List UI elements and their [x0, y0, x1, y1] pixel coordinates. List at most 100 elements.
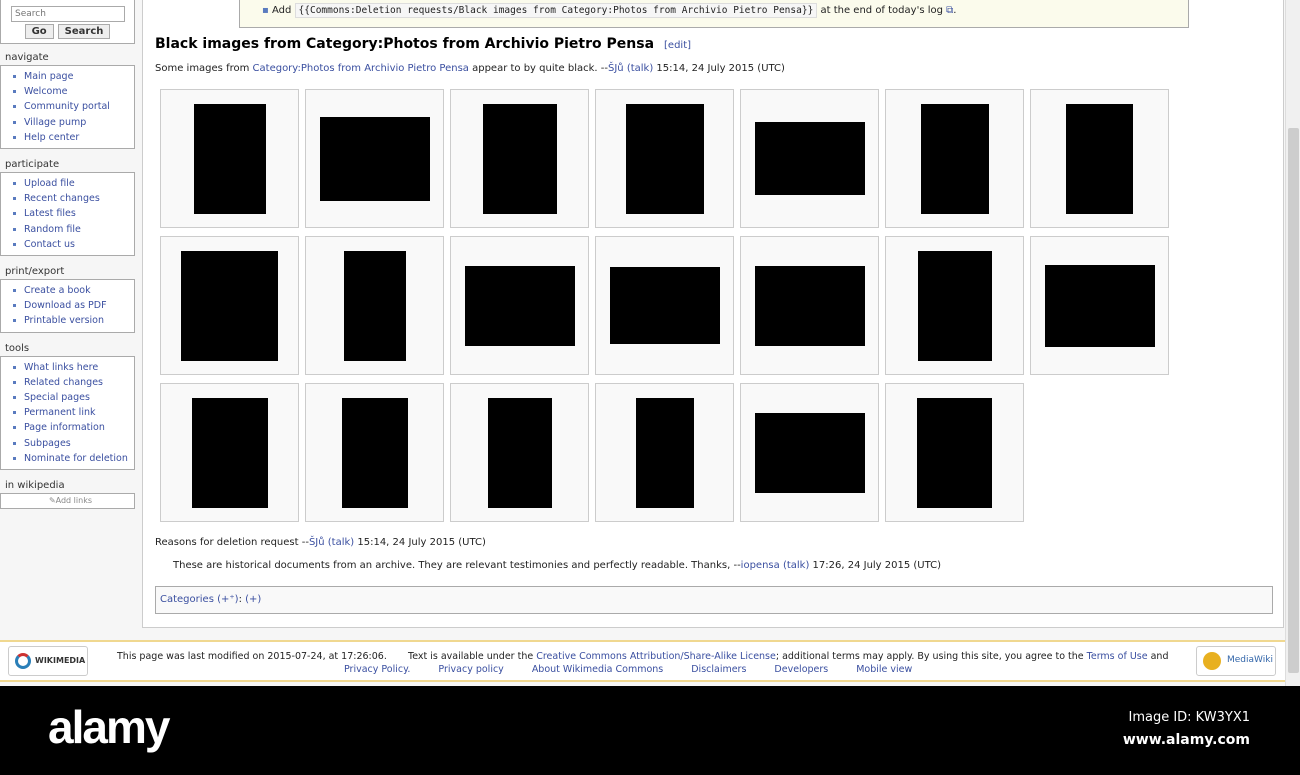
- sidebar-item-create-a-book[interactable]: Create a book: [11, 283, 134, 298]
- footer-link[interactable]: Developers: [774, 664, 828, 675]
- user-link[interactable]: ŠJů: [608, 63, 624, 74]
- black-image[interactable]: [193, 103, 266, 214]
- gallery-thumbnail[interactable]: [160, 89, 299, 228]
- talk-link[interactable]: (talk): [328, 537, 354, 548]
- add-links-button[interactable]: ✎Add links: [0, 493, 135, 510]
- gallery-thumbnail[interactable]: [885, 89, 1024, 228]
- footer-link[interactable]: About Wikimedia Commons: [532, 664, 663, 675]
- sidebar-item-download-as-pdf[interactable]: Download as PDF: [11, 298, 134, 313]
- sidebar-item-recent-changes[interactable]: Recent changes: [11, 191, 134, 206]
- categories-link[interactable]: Categories: [160, 594, 214, 605]
- black-image[interactable]: [482, 103, 557, 214]
- talk-link[interactable]: (talk): [783, 560, 809, 571]
- wikimedia-logo[interactable]: WIKIMEDIA: [8, 646, 88, 676]
- page-title: Black images from Category:Photos from A…: [155, 36, 692, 52]
- sidebar-item-nominate-for-deletion[interactable]: Nominate for deletion: [11, 451, 134, 466]
- sidebar-item-special-pages[interactable]: Special pages: [11, 390, 134, 405]
- gallery-thumbnail[interactable]: [160, 236, 299, 375]
- black-image[interactable]: [609, 267, 720, 344]
- external-link-icon[interactable]: ⧉: [946, 5, 953, 16]
- sidebar-item-what-links-here[interactable]: What links here: [11, 360, 134, 375]
- license-link[interactable]: Creative Commons Attribution/Share-Alike…: [536, 651, 776, 662]
- watermark-band: alamy Image ID: KW3YX1 www.alamy.com: [0, 686, 1300, 775]
- user-link[interactable]: ŠJů: [309, 537, 325, 548]
- gallery-thumbnail[interactable]: [450, 236, 589, 375]
- black-image[interactable]: [635, 397, 694, 508]
- sidebar-item-latest-files[interactable]: Latest files: [11, 206, 134, 221]
- sidebar: GoSearch navigate Main pageWelcomeCommuni…: [0, 0, 136, 510]
- gallery-thumbnail[interactable]: [595, 383, 734, 522]
- image-id: Image ID: KW3YX1: [1128, 710, 1250, 725]
- mediawiki-logo[interactable]: MediaWiki: [1196, 646, 1276, 676]
- wikimedia-icon: [15, 653, 31, 669]
- sidebar-item-contact-us[interactable]: Contact us: [11, 237, 134, 252]
- black-image[interactable]: [181, 250, 278, 361]
- sidebar-item-page-information[interactable]: Page information: [11, 420, 134, 435]
- black-image[interactable]: [191, 397, 268, 508]
- sidebar-item-printable-version[interactable]: Printable version: [11, 313, 134, 328]
- portlet-title-navigate: navigate: [5, 52, 49, 63]
- black-image[interactable]: [920, 103, 989, 214]
- gallery-thumbnail[interactable]: [450, 89, 589, 228]
- gallery-thumbnail[interactable]: [740, 89, 879, 228]
- intro-text: Some images from Category:Photos from Ar…: [155, 63, 785, 74]
- black-image[interactable]: [754, 122, 865, 195]
- gallery-thumbnail[interactable]: [450, 383, 589, 522]
- user-link[interactable]: iopensa: [741, 560, 780, 571]
- reply-text: These are historical documents from an a…: [173, 560, 942, 571]
- gallery-thumbnail[interactable]: [160, 383, 299, 522]
- gallery-thumbnail[interactable]: [1030, 236, 1169, 375]
- gallery-thumbnail[interactable]: [305, 236, 444, 375]
- hotcat-multi-link[interactable]: (+⁺): [217, 594, 238, 605]
- black-image[interactable]: [625, 103, 704, 214]
- black-image[interactable]: [754, 265, 865, 346]
- gallery-thumbnail[interactable]: [595, 236, 734, 375]
- edit-link[interactable]: [edit]: [664, 40, 691, 51]
- sidebar-item-upload-file[interactable]: Upload file: [11, 176, 134, 191]
- black-image[interactable]: [1044, 264, 1155, 347]
- gallery-thumbnail[interactable]: [740, 236, 879, 375]
- black-image[interactable]: [917, 397, 992, 508]
- sidebar-item-community-portal[interactable]: Community portal: [11, 99, 134, 114]
- sidebar-item-main-page[interactable]: Main page: [11, 69, 134, 84]
- sidebar-item-welcome[interactable]: Welcome: [11, 84, 134, 99]
- portlet-tools: What links here Related changes Special pa…: [0, 355, 135, 471]
- black-image[interactable]: [917, 250, 992, 361]
- search-button[interactable]: Search: [57, 24, 111, 39]
- reasons-text: Reasons for deletion request --ŠJů (talk…: [155, 537, 486, 548]
- sidebar-item-village-pump[interactable]: Village pump: [11, 115, 134, 130]
- gallery-thumbnail[interactable]: [305, 383, 444, 522]
- footer-link[interactable]: Mobile view: [856, 664, 912, 675]
- footer-link[interactable]: Privacy Policy.: [344, 664, 410, 675]
- search-input[interactable]: [11, 6, 125, 22]
- footer-link[interactable]: Disclaimers: [691, 664, 746, 675]
- sidebar-item-related-changes[interactable]: Related changes: [11, 375, 134, 390]
- gallery-thumbnail[interactable]: [305, 89, 444, 228]
- talk-link[interactable]: (talk): [627, 63, 653, 74]
- gallery-thumbnail[interactable]: [740, 383, 879, 522]
- terms-link[interactable]: Terms of Use: [1087, 651, 1148, 662]
- gallery-thumbnail[interactable]: [1030, 89, 1169, 228]
- black-image[interactable]: [319, 116, 430, 201]
- mediawiki-icon: [1203, 652, 1221, 670]
- hotcat-add-link[interactable]: (+): [245, 594, 261, 605]
- portlet-navigate: Main page Welcome Community portal Village …: [0, 65, 135, 150]
- sidebar-item-subpages[interactable]: Subpages: [11, 436, 134, 451]
- sidebar-item-permanent-link[interactable]: Permanent link: [11, 405, 134, 420]
- scrollbar[interactable]: [1285, 0, 1300, 686]
- sidebar-item-help-center[interactable]: Help center: [11, 130, 134, 145]
- gallery-thumbnail[interactable]: [885, 236, 1024, 375]
- gallery-thumbnail[interactable]: [885, 383, 1024, 522]
- black-image[interactable]: [343, 250, 406, 361]
- scrollbar-thumb[interactable]: [1288, 128, 1299, 673]
- black-image[interactable]: [487, 397, 552, 508]
- black-image[interactable]: [464, 265, 575, 346]
- black-image[interactable]: [754, 412, 865, 493]
- go-button[interactable]: Go: [24, 24, 54, 39]
- gallery-thumbnail[interactable]: [595, 89, 734, 228]
- category-link[interactable]: Category:Photos from Archivio Pietro Pen…: [253, 63, 469, 74]
- black-image[interactable]: [1066, 103, 1133, 214]
- footer-link[interactable]: Privacy policy: [438, 664, 503, 675]
- black-image[interactable]: [341, 397, 408, 508]
- sidebar-item-random-file[interactable]: Random file: [11, 222, 134, 237]
